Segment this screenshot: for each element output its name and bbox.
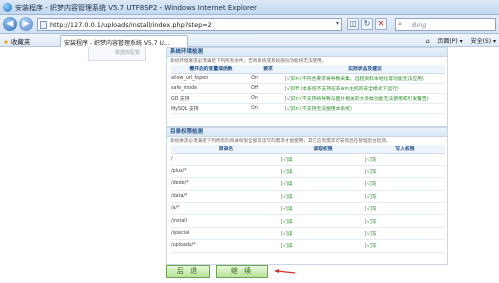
perm-read: [√]读	[281, 153, 365, 166]
perm-read: [√]读	[281, 214, 365, 228]
env-table: 需开启的变量或函数 要求 实际状态及建议 allow_url_fopen On …	[171, 65, 445, 114]
perm-write: [√]写	[365, 153, 445, 166]
perm-header-dir: 目录名	[171, 145, 281, 154]
arrow-annotation-icon	[274, 269, 296, 274]
env-header-status: 实际状态及建议	[285, 65, 445, 74]
back-arrow-icon[interactable]: ◀	[3, 17, 17, 31]
env-name: GD 支持	[171, 93, 251, 104]
refresh-icon[interactable]: ↻	[361, 18, 373, 30]
perm-dir: /dede/*	[171, 177, 281, 191]
perm-read: [√]读	[281, 165, 365, 179]
search-icon: ⌕	[398, 20, 402, 28]
perm-read: [√]读	[281, 190, 365, 204]
perm-write: [√]写	[365, 190, 445, 204]
continue-button[interactable]: 继 续	[216, 265, 268, 278]
env-description: 系统环境要求必须满足下列所有条件，否则系统或系统部份功能将无法使用。	[170, 59, 327, 64]
table-row: GD 支持 On [√]On (不支持将导致与图片相关的大多数功能无法使用或引发…	[171, 93, 445, 104]
compat-view-icon[interactable]: ◫	[347, 18, 359, 30]
env-section-title: 系统环境检测	[167, 48, 447, 57]
favorites-button[interactable]: ★ 收藏夹	[3, 36, 30, 46]
star-icon: ★	[3, 38, 9, 46]
table-row: MySQL 支持 On [√]On (不支持无法使用本系统)	[171, 103, 445, 114]
perm-read: [√]读	[281, 202, 365, 216]
table-row: /a/* [√]读 [√]写	[171, 202, 445, 216]
env-status: [√]Off (本系统不支持在非win主机的安全模式下运行)	[285, 83, 445, 94]
env-req: On	[251, 73, 285, 84]
perm-description: 系统要求必须满足下列所有的目录权限全部可读写的需求才能使用，其它应有需求可安装后…	[170, 139, 391, 144]
permission-check-section: 目录权限检测 系统要求必须满足下列所有的目录权限全部可读写的需求才能使用，其它应…	[166, 127, 448, 265]
left-step-label: 数据库配置	[115, 50, 141, 56]
perm-table: 目录名 读取权限 写入权限 / [√]读 [√]写 /plus/* [√]读 [√]写 …	[171, 145, 445, 253]
window-title: 安装程序 - 织梦内容管理系统 V5.7 UTF8SP2 - Windows I…	[15, 4, 257, 12]
table-row: /data/* [√]读 [√]写	[171, 190, 445, 204]
address-bar: ◀ ▶ http://127.0.0.1/uploads/install/ind…	[0, 15, 499, 34]
window-titlebar: 安装程序 - 织梦内容管理系统 V5.7 UTF8SP2 - Windows I…	[0, 0, 499, 15]
table-row: allow_url_fopen On [√]On (不符合要求将导致采集、远程资…	[171, 73, 445, 84]
perm-header-write: 写入权限	[365, 145, 445, 154]
table-row: / [√]读 [√]写	[171, 153, 445, 166]
env-req: On	[251, 103, 285, 114]
perm-write: [√]写	[365, 202, 445, 216]
tab-title: 安装程序 - 织梦内容管理系统 V5.7 U...	[64, 40, 170, 47]
search-input[interactable]: ⌕ Bing	[395, 18, 496, 31]
left-step-panel: 数据库配置	[88, 47, 146, 61]
env-header-name: 需开启的变量或函数	[171, 65, 251, 74]
perm-dir: /install	[171, 214, 281, 228]
perm-dir: /special	[171, 227, 281, 241]
perm-read: [√]读	[281, 227, 365, 241]
search-placeholder: Bing	[412, 21, 427, 29]
env-check-section: 系统环境检测 系统环境要求必须满足下列所有条件，否则系统或系统部份功能将无法使用…	[166, 47, 448, 127]
table-row: safe_mode Off [√]Off (本系统不支持在非win主机的安全模式…	[171, 83, 445, 94]
perm-write: [√]写	[365, 214, 445, 228]
perm-section-title: 目录权限检测	[167, 128, 447, 137]
perm-header-read: 读取权限	[281, 145, 365, 154]
perm-dir: /plus/*	[171, 165, 281, 179]
env-req: Off	[251, 83, 285, 94]
perm-dir: /	[171, 153, 281, 166]
env-header-req: 要求	[251, 65, 285, 74]
url-input[interactable]: http://127.0.0.1/uploads/install/index.p…	[37, 18, 342, 31]
url-text: http://127.0.0.1/uploads/install/index.p…	[50, 21, 212, 29]
table-row: /install [√]读 [√]写	[171, 214, 445, 228]
perm-dir: /data/*	[171, 190, 281, 204]
perm-dir: /a/*	[171, 202, 281, 216]
favorites-bar: ★ 收藏夹 安装程序 - 织梦内容管理系统 V5.7 U... ⌂ 页面(P) ▾…	[0, 34, 499, 47]
favorites-label: 收藏夹	[10, 38, 31, 46]
chevron-down-icon[interactable]: ▾	[336, 20, 339, 27]
perm-read: [√]读	[281, 239, 365, 253]
table-row: /uploads/* [√]读 [√]写	[171, 239, 445, 253]
env-status: [√]On (不支持将导致与图片相关的大多数功能无法使用或引发警告)	[285, 93, 445, 104]
table-row: /dede/* [√]读 [√]写	[171, 177, 445, 191]
page-icon	[40, 21, 47, 29]
env-name: safe_mode	[171, 83, 251, 94]
env-status: [√]On (不支持无法使用本系统)	[285, 103, 445, 114]
env-name: allow_url_fopen	[171, 73, 251, 84]
env-req: On	[251, 93, 285, 104]
stop-icon[interactable]: ✕	[375, 18, 387, 30]
browser-tab[interactable]: 安装程序 - 织梦内容管理系统 V5.7 U...	[60, 35, 188, 47]
perm-dir: /uploads/*	[171, 239, 281, 253]
ie-icon	[3, 3, 12, 12]
env-status: [√]On (不符合要求将导致采集、远程资料本地化等功能无法应用)	[285, 73, 445, 84]
page-content: 数据库配置 系统环境检测 系统环境要求必须满足下列所有条件，否则系统或系统部份功…	[0, 47, 499, 283]
table-row: /plus/* [√]读 [√]写	[171, 165, 445, 179]
home-icon[interactable]: ⌂	[426, 38, 430, 45]
back-button[interactable]: 后 退	[166, 265, 210, 278]
forward-arrow-icon[interactable]: ▶	[19, 17, 33, 31]
perm-write: [√]写	[365, 177, 445, 191]
page-menu[interactable]: 页面(P) ▾	[437, 38, 462, 45]
safety-menu[interactable]: 安全(S) ▾	[471, 38, 496, 45]
perm-read: [√]读	[281, 177, 365, 191]
perm-write: [√]写	[365, 227, 445, 241]
perm-write: [√]写	[365, 239, 445, 253]
perm-write: [√]写	[365, 165, 445, 179]
env-name: MySQL 支持	[171, 103, 251, 114]
table-row: /special [√]读 [√]写	[171, 227, 445, 241]
